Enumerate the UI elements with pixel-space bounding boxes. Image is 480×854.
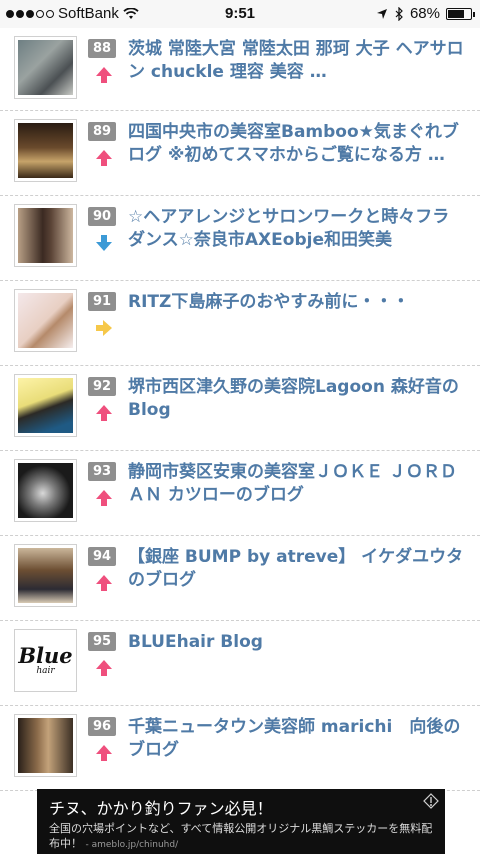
location-arrow-icon	[376, 8, 387, 19]
list-item[interactable]: 88 茨城 常陸大宮 常陸太田 那珂 大子 ヘアサロン chuckle 理容 美…	[0, 28, 480, 111]
ad-url[interactable]: - ameblo.jp/chinuhd/	[86, 840, 179, 850]
blog-title-link[interactable]: 堺市西区津久野の美容院Lagoon 森好音のBlog	[128, 376, 466, 422]
trend-up-icon	[96, 150, 112, 166]
blog-thumbnail[interactable]	[14, 204, 77, 267]
list-item[interactable]: 94 【銀座 BUMP by atreve】 イケダユウタのブログ	[0, 536, 480, 621]
rank-badge: 92	[88, 377, 116, 396]
blog-thumbnail[interactable]	[14, 36, 77, 99]
ranking-list: 88 茨城 常陸大宮 常陸太田 那珂 大子 ヘアサロン chuckle 理容 美…	[0, 28, 480, 791]
trend-same-icon	[96, 320, 112, 336]
trend-up-icon	[96, 575, 112, 591]
blog-thumbnail[interactable]	[14, 374, 77, 437]
list-item[interactable]: 93 静岡市葵区安東の美容室ＪＯＫＥ ＪＯＲＤＡＮ カツローのブログ	[0, 451, 480, 536]
blue-hair-logo-sub: hair	[36, 665, 55, 676]
ad-body: 全国の穴場ポイントなど、すべて情報公開オリジナル黒鯛ステッカーを無料配布中！ -…	[49, 821, 437, 853]
blog-thumbnail[interactable]: Blue hair	[14, 629, 77, 692]
list-item[interactable]: Blue hair 95 BLUEhair Blog	[0, 621, 480, 706]
rank-badge: 88	[88, 39, 116, 58]
trend-down-icon	[96, 235, 112, 251]
ad-title[interactable]: チヌ、かかり釣りファン必見！	[49, 795, 273, 819]
trend-up-icon	[96, 490, 112, 506]
rank-badge: 89	[88, 122, 116, 141]
rank-badge: 91	[88, 292, 116, 311]
blog-title-link[interactable]: BLUEhair Blog	[128, 631, 466, 654]
blue-hair-logo: Blue	[18, 642, 73, 668]
list-item[interactable]: 92 堺市西区津久野の美容院Lagoon 森好音のBlog	[0, 366, 480, 451]
blog-title-link[interactable]: ☆ヘアアレンジとサロンワークと時々フラダンス☆奈良市AXEobje和田笑美	[128, 206, 466, 252]
blog-thumbnail[interactable]	[14, 714, 77, 777]
battery-icon	[446, 7, 475, 20]
rank-badge: 93	[88, 462, 116, 481]
rank-badge: 96	[88, 717, 116, 736]
battery-percent: 68%	[409, 5, 440, 22]
rank-badge: 90	[88, 207, 116, 226]
list-item[interactable]: 96 千葉ニュータウン美容師 marichi 向後のブログ	[0, 706, 480, 791]
ad-choices-icon[interactable]	[423, 793, 439, 809]
trend-up-icon	[96, 405, 112, 421]
list-item[interactable]: 89 四国中央市の美容室Bamboo★気まぐれブログ ※初めてスマホからご覧にな…	[0, 111, 480, 196]
trend-up-icon	[96, 660, 112, 676]
blog-title-link[interactable]: 【銀座 BUMP by atreve】 イケダユウタのブログ	[128, 546, 466, 592]
blog-title-link[interactable]: RITZ下島麻子のおやすみ前に・・・	[128, 291, 466, 314]
blog-title-link[interactable]: 四国中央市の美容室Bamboo★気まぐれブログ ※初めてスマホからご覧になる方 …	[128, 121, 466, 167]
trend-up-icon	[96, 67, 112, 83]
status-bar: SoftBank 9:51 68%	[0, 0, 480, 28]
blog-thumbnail[interactable]	[14, 289, 77, 352]
blog-title-link[interactable]: 茨城 常陸大宮 常陸太田 那珂 大子 ヘアサロン chuckle 理容 美容 …	[128, 38, 466, 84]
rank-badge: 95	[88, 632, 116, 651]
blog-title-link[interactable]: 静岡市葵区安東の美容室ＪＯＫＥ ＪＯＲＤＡＮ カツローのブログ	[128, 461, 466, 507]
status-right: 68%	[376, 5, 475, 22]
list-item[interactable]: 90 ☆ヘアアレンジとサロンワークと時々フラダンス☆奈良市AXEobje和田笑美	[0, 196, 480, 281]
blog-title-link[interactable]: 千葉ニュータウン美容師 marichi 向後のブログ	[128, 716, 466, 762]
blog-thumbnail[interactable]	[14, 119, 77, 182]
trend-up-icon	[96, 745, 112, 761]
list-item[interactable]: 91 RITZ下島麻子のおやすみ前に・・・	[0, 281, 480, 366]
bluetooth-icon	[395, 6, 403, 21]
blog-thumbnail[interactable]	[14, 544, 77, 607]
ad-banner[interactable]: チヌ、かかり釣りファン必見！ 全国の穴場ポイントなど、すべて情報公開オリジナル黒…	[37, 789, 445, 854]
rank-badge: 94	[88, 547, 116, 566]
blog-thumbnail[interactable]	[14, 459, 77, 522]
